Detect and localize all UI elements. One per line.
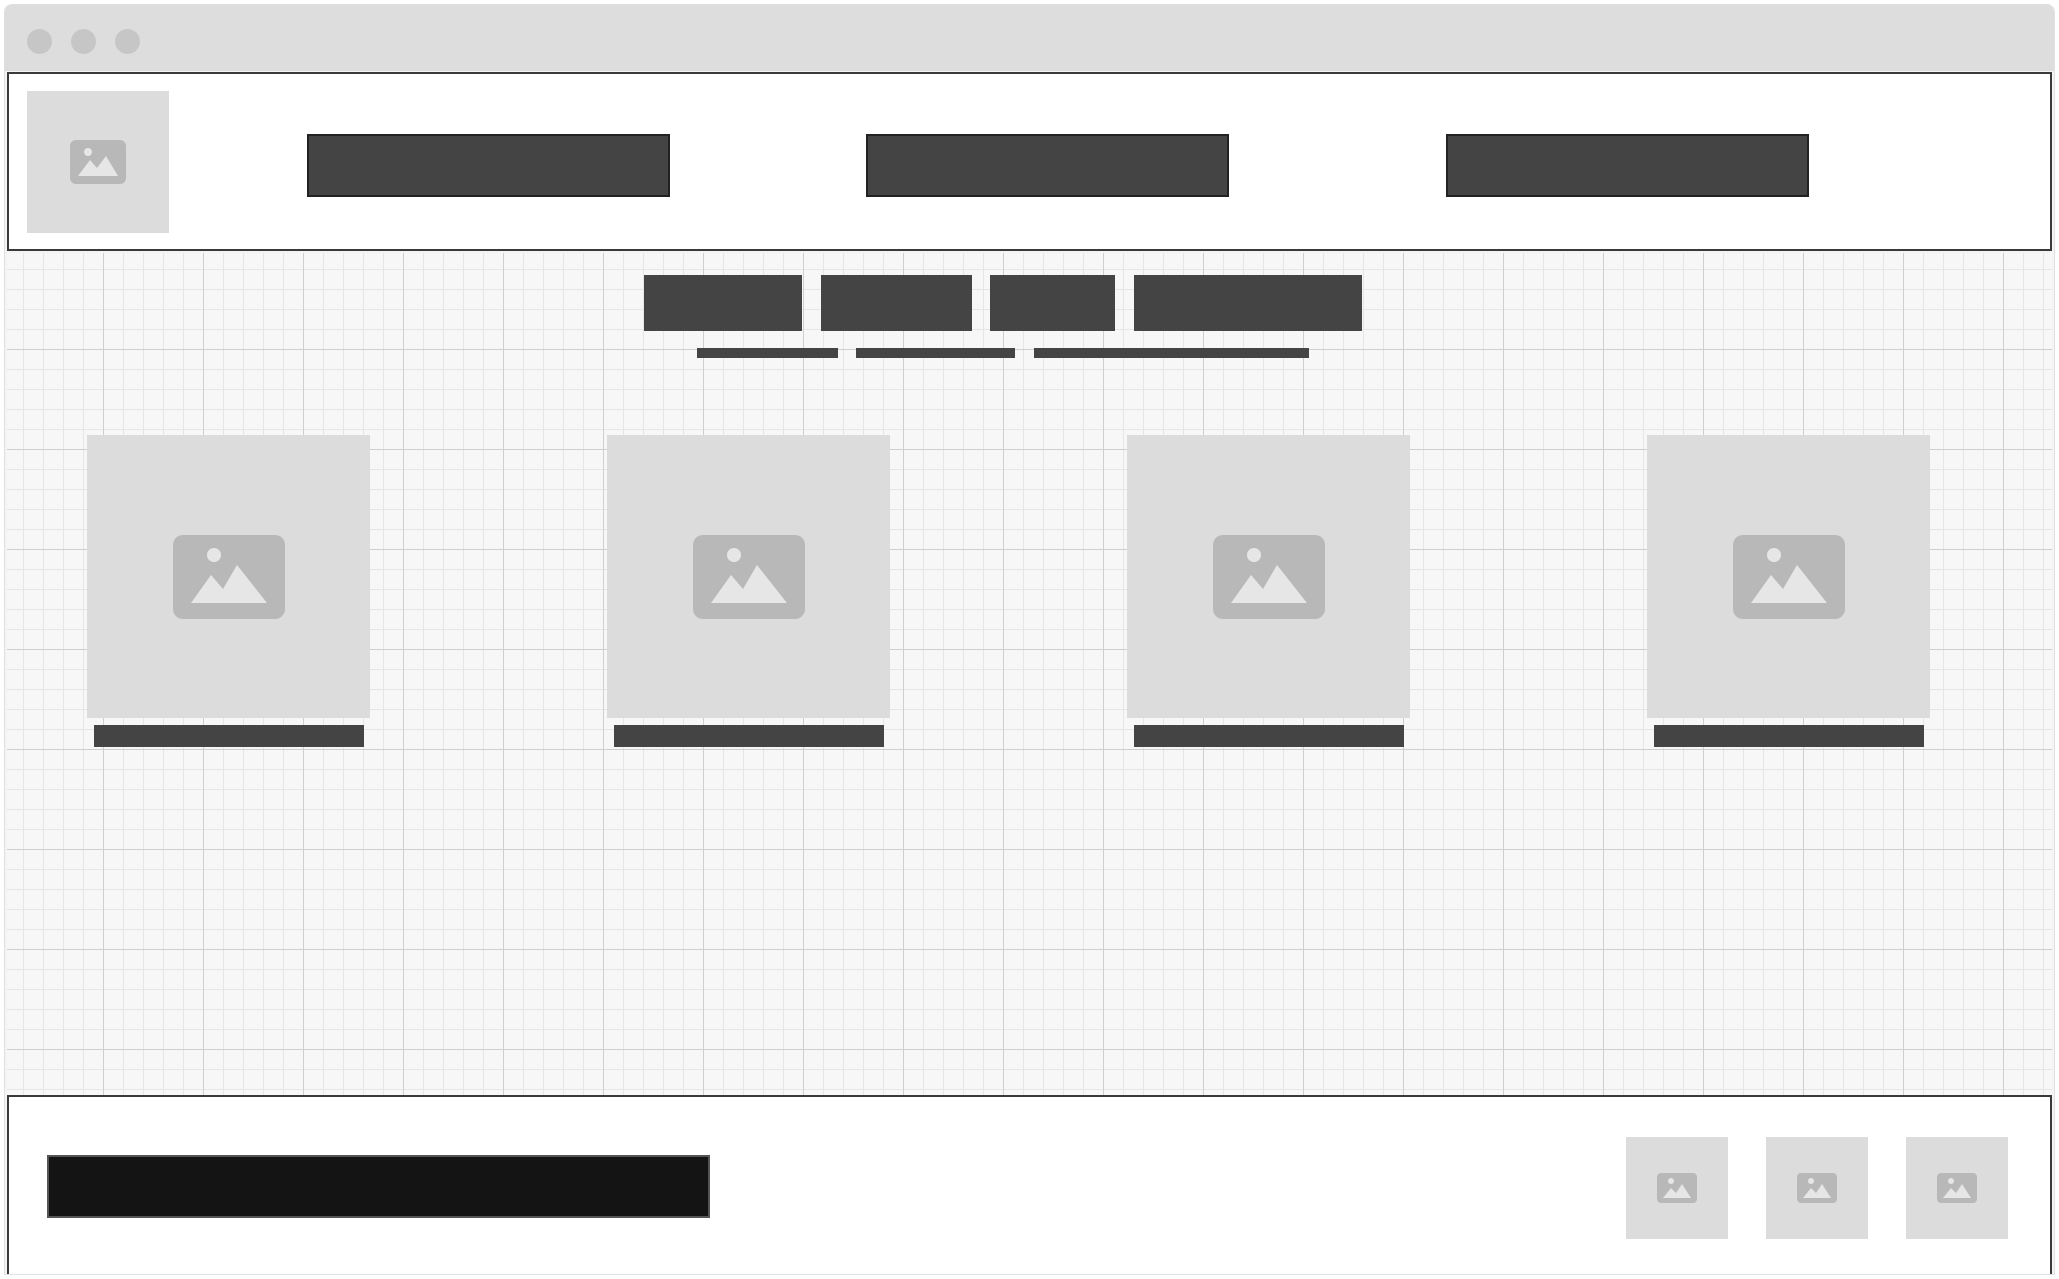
card-caption-3[interactable]: [1134, 725, 1404, 747]
minimize-window-button[interactable]: [71, 29, 96, 54]
footer-thumb-2[interactable]: [1766, 1137, 1868, 1239]
tab-3[interactable]: [990, 275, 1115, 331]
browser-window: [4, 4, 2055, 1275]
tab-underline-3: [1034, 348, 1309, 358]
card-image-3[interactable]: [1127, 435, 1410, 718]
tab-underline-1: [697, 348, 838, 358]
image-placeholder-icon: [172, 534, 285, 619]
main-content: [7, 253, 2052, 1095]
maximize-window-button[interactable]: [115, 29, 140, 54]
card-image-1[interactable]: [87, 435, 370, 718]
tab-4[interactable]: [1134, 275, 1362, 331]
site-footer: [7, 1095, 2052, 1274]
footer-thumb-3[interactable]: [1906, 1137, 2008, 1239]
card-caption-4[interactable]: [1654, 725, 1924, 747]
image-placeholder-icon: [1657, 1173, 1697, 1203]
tab-underline-2: [856, 348, 1015, 358]
tab-1[interactable]: [644, 275, 802, 331]
nav-button-2[interactable]: [866, 134, 1229, 197]
card-image-2[interactable]: [607, 435, 890, 718]
card-caption-2[interactable]: [614, 725, 884, 747]
site-header: [7, 72, 2052, 251]
image-placeholder-icon: [1797, 1173, 1837, 1203]
logo[interactable]: [27, 91, 169, 233]
footer-bar[interactable]: [47, 1155, 710, 1218]
nav-button-3[interactable]: [1446, 134, 1809, 197]
card-image-4[interactable]: [1647, 435, 1930, 718]
nav-button-1[interactable]: [307, 134, 670, 197]
image-placeholder-icon: [1212, 534, 1325, 619]
card-caption-1[interactable]: [94, 725, 364, 747]
title-bar: [5, 5, 2054, 71]
image-placeholder-icon: [1732, 534, 1845, 619]
footer-thumb-1[interactable]: [1626, 1137, 1728, 1239]
image-placeholder-icon: [1937, 1173, 1977, 1203]
tab-2[interactable]: [821, 275, 972, 331]
close-window-button[interactable]: [27, 29, 52, 54]
image-placeholder-icon: [692, 534, 805, 619]
image-placeholder-icon: [70, 140, 126, 184]
